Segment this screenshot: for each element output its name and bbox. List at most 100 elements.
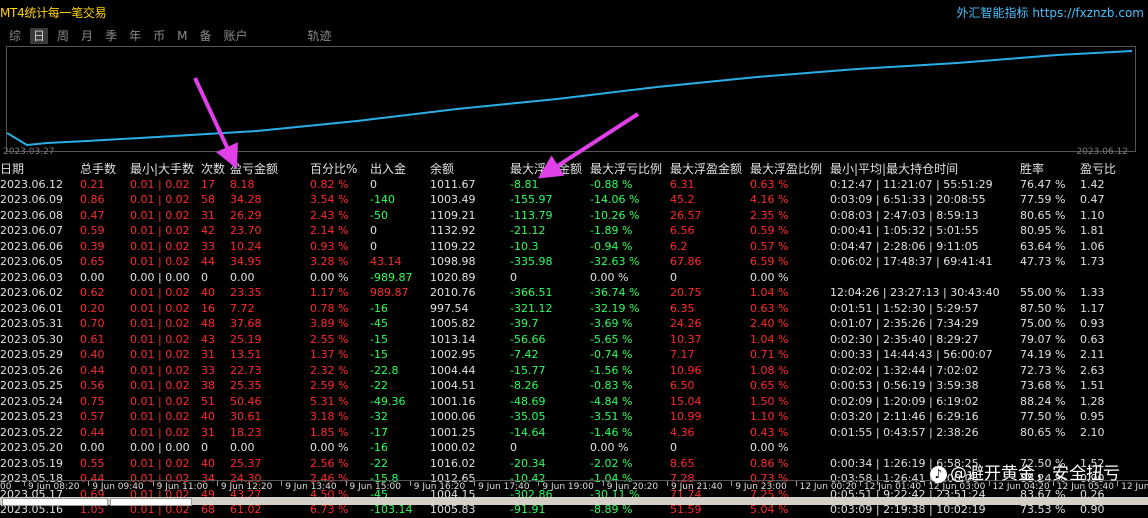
table-cell: 1.42 bbox=[1080, 177, 1105, 191]
column-header[interactable]: 最大浮盈金额 bbox=[670, 161, 742, 177]
table-cell: -14.06 % bbox=[590, 193, 640, 206]
table-row[interactable]: 2023.06.06 0.39 0.01 | 0.02 33 10.24 0.93 % 0 1… bbox=[0, 239, 1148, 255]
column-header[interactable]: 日期 bbox=[0, 161, 24, 177]
table-cell: 2023.05.22 bbox=[0, 425, 63, 439]
table-cell: 0.01 | 0.02 bbox=[130, 332, 190, 346]
table-cell: -35.05 bbox=[510, 410, 546, 423]
period-tab[interactable]: 轨迹 bbox=[305, 28, 335, 44]
table-row[interactable]: 2023.05.24 0.75 0.01 | 0.02 51 50.46 5.31 % -4… bbox=[0, 394, 1148, 410]
table-cell: 26.57 bbox=[670, 208, 702, 222]
table-cell: 2023.06.05 bbox=[0, 255, 63, 268]
column-header[interactable]: 百分比% bbox=[310, 161, 357, 177]
column-header[interactable]: 最大浮盈比例 bbox=[750, 161, 822, 177]
table-cell: -4.84 % bbox=[590, 394, 633, 408]
table-cell: 0:02:30 | 2:35:40 | 8:29:27 bbox=[830, 332, 979, 346]
table-cell: 1001.16 bbox=[430, 394, 476, 408]
table-row[interactable]: 2023.05.29 0.40 0.01 | 0.02 31 13.51 1.37 % -1… bbox=[0, 347, 1148, 363]
table-cell: 1016.02 bbox=[430, 456, 476, 470]
table-cell: 1.08 % bbox=[750, 363, 789, 377]
table-cell: 33 bbox=[201, 239, 215, 253]
column-header[interactable]: 次数 bbox=[201, 161, 225, 177]
column-header[interactable]: 最大浮亏比例 bbox=[590, 161, 662, 177]
time-axis-label: 12 Jun 00:20 bbox=[795, 481, 857, 492]
table-cell: 1109.22 bbox=[430, 239, 476, 253]
table-cell: 0.63 % bbox=[750, 301, 789, 315]
column-header[interactable]: 最小|平均|最大持仓时间 bbox=[830, 161, 958, 177]
period-tab[interactable]: 周 bbox=[54, 28, 72, 44]
table-row[interactable]: 2023.05.30 0.61 0.01 | 0.02 43 25.19 2.55 % -1… bbox=[0, 332, 1148, 348]
table-cell: 2.59 % bbox=[310, 379, 349, 392]
time-axis-label: 9 Jun 21:40 bbox=[666, 481, 723, 492]
table-cell: 0.01 | 0.02 bbox=[130, 301, 190, 315]
period-tab[interactable]: 账户 bbox=[220, 28, 250, 44]
table-cell: 4.36 bbox=[670, 425, 695, 439]
table-cell: 0.61 bbox=[80, 332, 105, 346]
table-cell: -321.12 bbox=[510, 301, 553, 315]
column-header[interactable]: 盈亏比 bbox=[1080, 161, 1116, 177]
table-cell: -16 bbox=[370, 301, 388, 315]
period-tab[interactable]: 月 bbox=[78, 28, 96, 44]
table-row[interactable]: 2023.06.01 0.20 0.01 | 0.02 16 7.72 0.78 % -16… bbox=[0, 301, 1148, 317]
table-row[interactable]: 2023.06.02 0.62 0.01 | 0.02 40 23.35 1.17 % 98… bbox=[0, 285, 1148, 301]
table-cell: 34.95 bbox=[230, 255, 262, 268]
brand[interactable]: 外汇智能指标 https://fxznzb.com bbox=[957, 4, 1144, 21]
column-header[interactable]: 胜率 bbox=[1020, 161, 1044, 177]
period-tab[interactable]: 综 bbox=[6, 28, 24, 44]
brand-url[interactable]: https://fxznzb.com bbox=[1032, 6, 1144, 20]
table-cell: 0.57 % bbox=[750, 239, 789, 253]
table-row[interactable]: 2023.05.26 0.44 0.01 | 0.02 33 22.73 2.32 % -2… bbox=[0, 363, 1148, 379]
table-cell: 0.01 | 0.02 bbox=[130, 379, 190, 392]
table-row[interactable]: 2023.06.03 0.00 0.00 | 0.00 0 0.00 0.00 % -989… bbox=[0, 270, 1148, 286]
column-header[interactable]: 盈亏金额 bbox=[230, 161, 278, 177]
table-row[interactable]: 2023.06.09 0.86 0.01 | 0.02 58 34.28 3.54 % -1… bbox=[0, 192, 1148, 208]
column-header[interactable]: 总手数 bbox=[80, 161, 116, 177]
table-cell: 0:03:09 | 6:51:33 | 20:08:55 bbox=[830, 193, 986, 206]
period-tab[interactable]: 季 bbox=[102, 28, 120, 44]
table-cell: 0 bbox=[201, 270, 208, 284]
title-bar: MT4统计每一笔交易 外汇智能指标 https://fxznzb.com bbox=[0, 0, 1148, 24]
column-header[interactable]: 出入金 bbox=[370, 161, 406, 177]
column-header[interactable]: 最大浮亏金额 bbox=[510, 161, 582, 177]
table-row[interactable]: 2023.05.25 0.56 0.01 | 0.02 38 25.35 2.59 % -2… bbox=[0, 378, 1148, 394]
table-cell: 1098.98 bbox=[430, 255, 476, 268]
table-row[interactable]: 2023.06.07 0.59 0.01 | 0.02 42 23.70 2.14 % 0 1… bbox=[0, 223, 1148, 239]
table-row[interactable]: 2023.05.22 0.44 0.01 | 0.02 31 18.23 1.85 % -1… bbox=[0, 425, 1148, 441]
table-row[interactable]: 2023.05.20 0.00 0.00 | 0.00 0 0.00 0.00 % -16 1… bbox=[0, 440, 1148, 456]
brand-name[interactable]: 外汇智能指标 bbox=[957, 6, 1029, 20]
period-tab[interactable]: 日 bbox=[30, 28, 49, 44]
table-row[interactable]: 2023.05.23 0.57 0.01 | 0.02 40 30.61 3.18 % -3… bbox=[0, 409, 1148, 425]
chart-date-end: 2023.06.12 bbox=[1076, 147, 1128, 157]
table-cell: 33 bbox=[201, 363, 215, 377]
table-cell: 3.18 % bbox=[310, 410, 349, 423]
table-cell: 1.10 % bbox=[750, 410, 789, 423]
column-header[interactable]: 最小|大手数 bbox=[130, 161, 194, 177]
table-row[interactable]: 2023.06.12 0.21 0.01 | 0.02 17 8.18 0.82 % 0 10… bbox=[0, 177, 1148, 193]
table-cell: 0 bbox=[201, 441, 208, 454]
column-header[interactable]: 余额 bbox=[430, 161, 454, 177]
table-cell: 0.55 bbox=[80, 456, 105, 470]
time-axis-label: 9 Jun 08:20 bbox=[23, 481, 80, 492]
table-cell: 23.70 bbox=[230, 224, 262, 237]
period-tab[interactable]: 年 bbox=[126, 28, 144, 44]
table-cell: 0.93 % bbox=[310, 239, 349, 253]
table-cell: 40 bbox=[201, 286, 215, 299]
table-cell: 0.75 bbox=[80, 394, 105, 408]
period-tab[interactable]: 币 bbox=[150, 28, 168, 44]
period-tab[interactable]: M bbox=[174, 28, 190, 44]
table-cell: 0.00 % bbox=[750, 441, 789, 454]
table-row[interactable]: 2023.06.05 0.65 0.01 | 0.02 44 34.95 3.28 % 43… bbox=[0, 254, 1148, 270]
table-cell: 6.50 bbox=[670, 379, 695, 392]
table-cell: 6.35 bbox=[670, 301, 695, 315]
table-cell: 0.01 | 0.02 bbox=[130, 208, 190, 222]
period-tab[interactable]: 备 bbox=[196, 28, 214, 44]
table-cell: -16 bbox=[370, 441, 388, 454]
table-cell: 0.40 bbox=[80, 348, 105, 361]
table-cell: -48.69 bbox=[510, 394, 546, 408]
table-cell: 1109.21 bbox=[430, 208, 476, 222]
table-cell: 0:04:47 | 2:28:06 | 9:11:05 bbox=[830, 239, 979, 253]
table-cell: 2023.06.03 bbox=[0, 270, 63, 284]
table-row[interactable]: 2023.06.08 0.47 0.01 | 0.02 31 26.29 2.43 % -5… bbox=[0, 208, 1148, 224]
table-cell: 2023.06.12 bbox=[0, 177, 63, 191]
table-row[interactable]: 2023.05.31 0.70 0.01 | 0.02 48 37.68 3.89 % -4… bbox=[0, 316, 1148, 332]
table-cell: 1000.02 bbox=[430, 441, 476, 454]
